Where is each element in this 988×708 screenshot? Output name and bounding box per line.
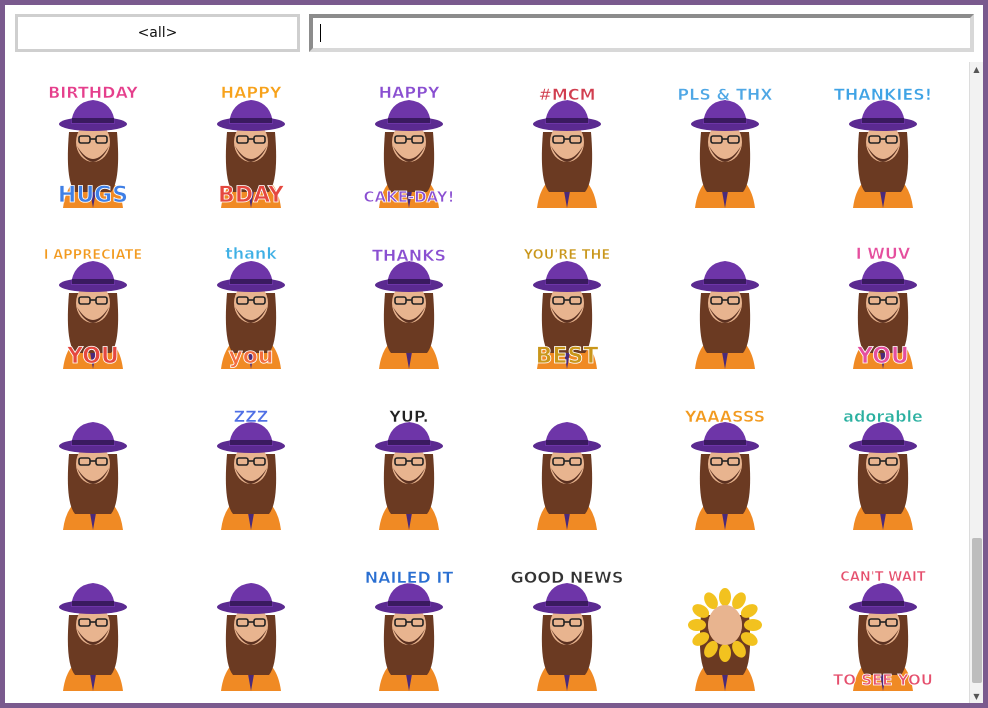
sticker-cant-wait-to-see-you[interactable]: CAN'T WAIT TO SEE YOU	[805, 546, 960, 703]
sticker-caption-line-2: CAKE-DAY!	[363, 188, 454, 206]
sticker-image: thank you	[216, 243, 285, 369]
sticker-image: ZZZ	[216, 406, 285, 530]
sticker-caption-line-1: PLS & THX	[677, 85, 773, 104]
search-field[interactable]	[309, 14, 974, 52]
sticker-caption-line-2: you	[228, 344, 273, 369]
sticker-heart[interactable]	[647, 224, 802, 385]
sticker-caption-line-1: ZZZ	[233, 407, 268, 426]
sticker-image: NAILED IT	[364, 567, 453, 691]
sticker-caption-line-1: BIRTHDAY	[48, 83, 138, 102]
sticker-image: I WUV YOU	[848, 243, 917, 369]
sticker-nailed-it[interactable]: NAILED IT	[331, 546, 486, 703]
sticker-caption-line-1: HAPPY	[378, 83, 439, 102]
sticker-caption-line-1: HAPPY	[220, 83, 281, 102]
sticker-caption-line-1: adorable	[843, 407, 923, 426]
sticker-caption-line-2: YOU	[66, 344, 119, 369]
sticker-caption-line-2: YOU	[856, 344, 909, 369]
sticker-adorable[interactable]: adorable	[805, 385, 960, 546]
sticker-image: YOU'RE THE BEST	[522, 247, 610, 369]
sticker-mcm-sign[interactable]: #MCM	[489, 63, 644, 224]
sticker-teacup[interactable]	[15, 546, 170, 703]
sticker-thankies[interactable]: THANKIES!	[805, 63, 960, 224]
sticker-image: THANKIES!	[833, 84, 932, 208]
sticker-yup-coffee[interactable]: YUP.	[331, 385, 486, 546]
sticker-caption-line-1: CAN'T WAIT	[840, 570, 926, 585]
sticker-boombox[interactable]	[173, 546, 328, 703]
sticker-image	[58, 421, 127, 530]
sticker-image: GOOD NEWS	[510, 567, 623, 691]
sticker-image: CAN'T WAIT TO SEE YOU	[832, 569, 933, 691]
sticker-birthday-hugs[interactable]: BIRTHDAY HUGS	[15, 63, 170, 224]
search-input[interactable]	[313, 18, 970, 48]
scroll-thumb[interactable]	[972, 538, 982, 683]
sticker-thank-you[interactable]: thank you	[173, 224, 328, 385]
category-select[interactable]: <all>	[15, 14, 300, 52]
sticker-caption-line-1: NAILED IT	[364, 568, 453, 587]
sticker-caption-line-1: YUP.	[388, 407, 428, 426]
sticker-caption-line-2: HUGS	[57, 183, 127, 208]
sticker-caption-line-1: I WUV	[855, 244, 910, 263]
sticker-image: BIRTHDAY HUGS	[47, 82, 138, 208]
sticker-caption-line-1: thank	[225, 244, 277, 263]
sticker-image: PLS & THX	[677, 84, 773, 208]
sticker-image	[690, 260, 759, 369]
sticker-image: adorable	[842, 406, 923, 530]
sticker-image	[532, 421, 601, 530]
vertical-scrollbar[interactable]: ▲ ▼	[969, 62, 983, 703]
sticker-i-appreciate-you[interactable]: I APPRECIATE YOU	[15, 224, 170, 385]
sticker-caption-line-2: BDAY	[218, 183, 285, 208]
sticker-pls-thx[interactable]: PLS & THX	[647, 63, 802, 224]
sticker-caption-line-1: THANKIES!	[833, 85, 931, 104]
sticker-image: #MCM	[532, 84, 601, 208]
sticker-youre-the-best[interactable]: YOU'RE THE BEST	[489, 224, 644, 385]
sticker-image: THANKS	[371, 245, 446, 369]
sticker-happy-bday-card[interactable]: HAPPY BDAY	[173, 63, 328, 224]
sticker-image: HAPPY BDAY	[216, 82, 285, 208]
sticker-grid-viewport: BIRTHDAY HUGS HAPPY BDAY HAPPY CAKE-DAY! #MCM P…	[15, 63, 967, 703]
sticker-caption-line-1: GOOD NEWS	[510, 568, 623, 587]
sticker-happy-cake-day[interactable]: HAPPY CAKE-DAY!	[331, 63, 486, 224]
sticker-caption-line-2: TO SEE YOU	[833, 671, 933, 689]
sticker-image	[58, 582, 127, 691]
sticker-caption-line-1: YAAASSS	[683, 407, 764, 426]
sticker-yaaasss[interactable]: YAAASSS	[647, 385, 802, 546]
sticker-sleeping-zzz[interactable]: ZZZ	[173, 385, 328, 546]
sticker-image: YUP.	[374, 406, 443, 530]
sticker-caption-line-1: YOU'RE THE	[522, 248, 610, 263]
scroll-up-arrow[interactable]: ▲	[970, 62, 983, 76]
sticker-checkmark-books[interactable]	[489, 385, 644, 546]
sticker-floating-love[interactable]	[15, 385, 170, 546]
sticker-grid: BIRTHDAY HUGS HAPPY BDAY HAPPY CAKE-DAY! #MCM P…	[15, 63, 967, 703]
sticker-caption-line-1: I APPRECIATE	[43, 248, 142, 263]
sticker-image: I APPRECIATE YOU	[43, 247, 142, 369]
sticker-image	[216, 582, 285, 691]
sticker-caption-line-1: #MCM	[538, 85, 595, 104]
sticker-i-wuv-you[interactable]: I WUV YOU	[805, 224, 960, 385]
sticker-caption-line-1: THANKS	[372, 246, 446, 265]
sticker-caption-line-2: BEST	[535, 344, 598, 369]
sticker-picker-window: <all> BIRTHDAY HUGS HAPPY BDAY HAPPY CAKE-DAY…	[5, 5, 983, 703]
sticker-sunflower-guitar[interactable]	[647, 546, 802, 703]
sticker-thanks[interactable]: THANKS	[331, 224, 486, 385]
sticker-image	[687, 587, 762, 691]
scroll-down-arrow[interactable]: ▼	[970, 689, 983, 703]
sticker-good-news[interactable]: GOOD NEWS	[489, 546, 644, 703]
sticker-image: YAAASSS	[683, 406, 765, 530]
text-caret	[320, 24, 321, 42]
category-select-value: <all>	[137, 25, 178, 41]
sticker-image: HAPPY CAKE-DAY!	[363, 82, 454, 208]
